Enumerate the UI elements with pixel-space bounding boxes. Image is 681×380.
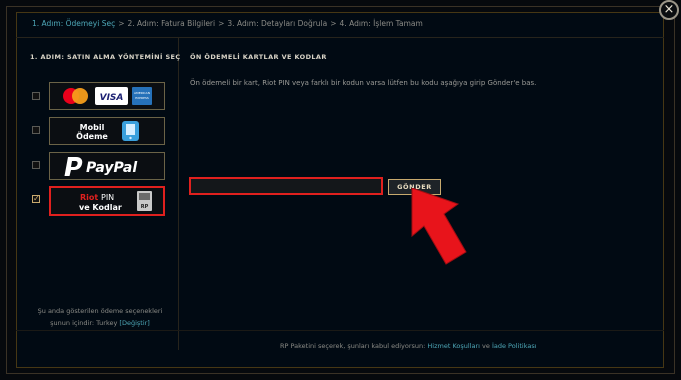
mobile-checkbox[interactable] [32,126,40,134]
mobile-payment-logo: Mobil Ödeme [76,121,139,141]
breadcrumb: 1. Adım: Ödemeyi Seç >2. Adım: Fatura Bil… [32,19,423,28]
terms-of-service-link[interactable]: Hizmet Koşulları [427,342,480,350]
pointer-arrow-icon [411,188,467,265]
refund-policy-link[interactable]: İade Politikası [492,342,537,350]
card-payment-option[interactable]: VISA AMERICAN EXPRESS [49,82,165,110]
breadcrumb-separator: > [330,19,337,28]
region-info-line2: şunun içindir: Turkey [Değiştir] [30,317,170,329]
breadcrumb-separator: > [118,19,125,28]
mobile-label-line1: Mobil [80,123,105,132]
card-checkbox[interactable] [32,92,40,100]
prepaid-section-title: ÖN ÖDEMELİ KARTLAR VE KODLAR [190,53,327,61]
paypal-checkbox[interactable] [32,161,40,169]
prepaid-code-input[interactable] [189,177,383,195]
paypal-payment-option[interactable]: PayPal [49,152,165,180]
change-region-link[interactable]: [Değiştir] [119,319,149,327]
header-divider [16,37,664,38]
breadcrumb-separator: > [218,19,225,28]
paypal-label: PayPal [86,160,137,176]
region-info: Şu anda gösterilen ödeme seçenekleri şun… [30,305,170,329]
panel-divider [178,38,179,350]
riot-pin-logo: Riot PIN ve Kodlar RP [79,191,152,212]
riot-pin-payment-option[interactable]: Riot PIN ve Kodlar RP [49,186,165,216]
region-info-label: şunun içindir: [50,319,95,327]
breadcrumb-step-3: 3. Adım: Detayları Doğrula [227,19,328,28]
terms-footer: RP Paketini seçerek, şunları kabul ediyo… [280,342,537,350]
svg-text:EXPRESS: EXPRESS [135,96,149,100]
close-button[interactable]: × [659,0,679,20]
payment-method-title: 1. ADIM: SATIN ALMA YÖNTEMİNİ SEÇ [30,53,181,61]
card-brands-logos: VISA AMERICAN EXPRESS [63,87,152,105]
terms-footer-and: ve [482,342,490,350]
rp-badge: RP [141,204,149,210]
breadcrumb-step-1: 1. Adım: Ödemeyi Seç [32,19,116,28]
mobile-payment-option[interactable]: Mobil Ödeme [49,117,165,145]
terms-footer-text: RP Paketini seçerek, şunları kabul ediyo… [280,342,426,350]
footer-divider [16,330,664,331]
breadcrumb-step-4: 4. Adım: İşlem Tamam [339,19,423,28]
svg-text:AMERICAN: AMERICAN [134,91,150,95]
mobile-label-line2: Ödeme [76,131,108,141]
pin-label: PIN [101,193,114,202]
visa-logo-text: VISA [100,93,124,103]
paypal-logo: PayPal [64,157,137,176]
prepaid-description: Ön ödemeli bir kart, Riot PIN veya farkl… [190,79,537,87]
breadcrumb-step-2: 2. Adım: Fatura Bilgileri [127,19,216,28]
region-info-line1: Şu anda gösterilen ödeme seçenekleri [37,307,163,315]
riot-pin-checkbox[interactable]: ✓ [32,195,40,203]
riot-pin-label-line2: ve Kodlar [79,203,122,212]
riot-label: Riot [80,193,98,202]
region-country: Turkey [96,319,118,327]
